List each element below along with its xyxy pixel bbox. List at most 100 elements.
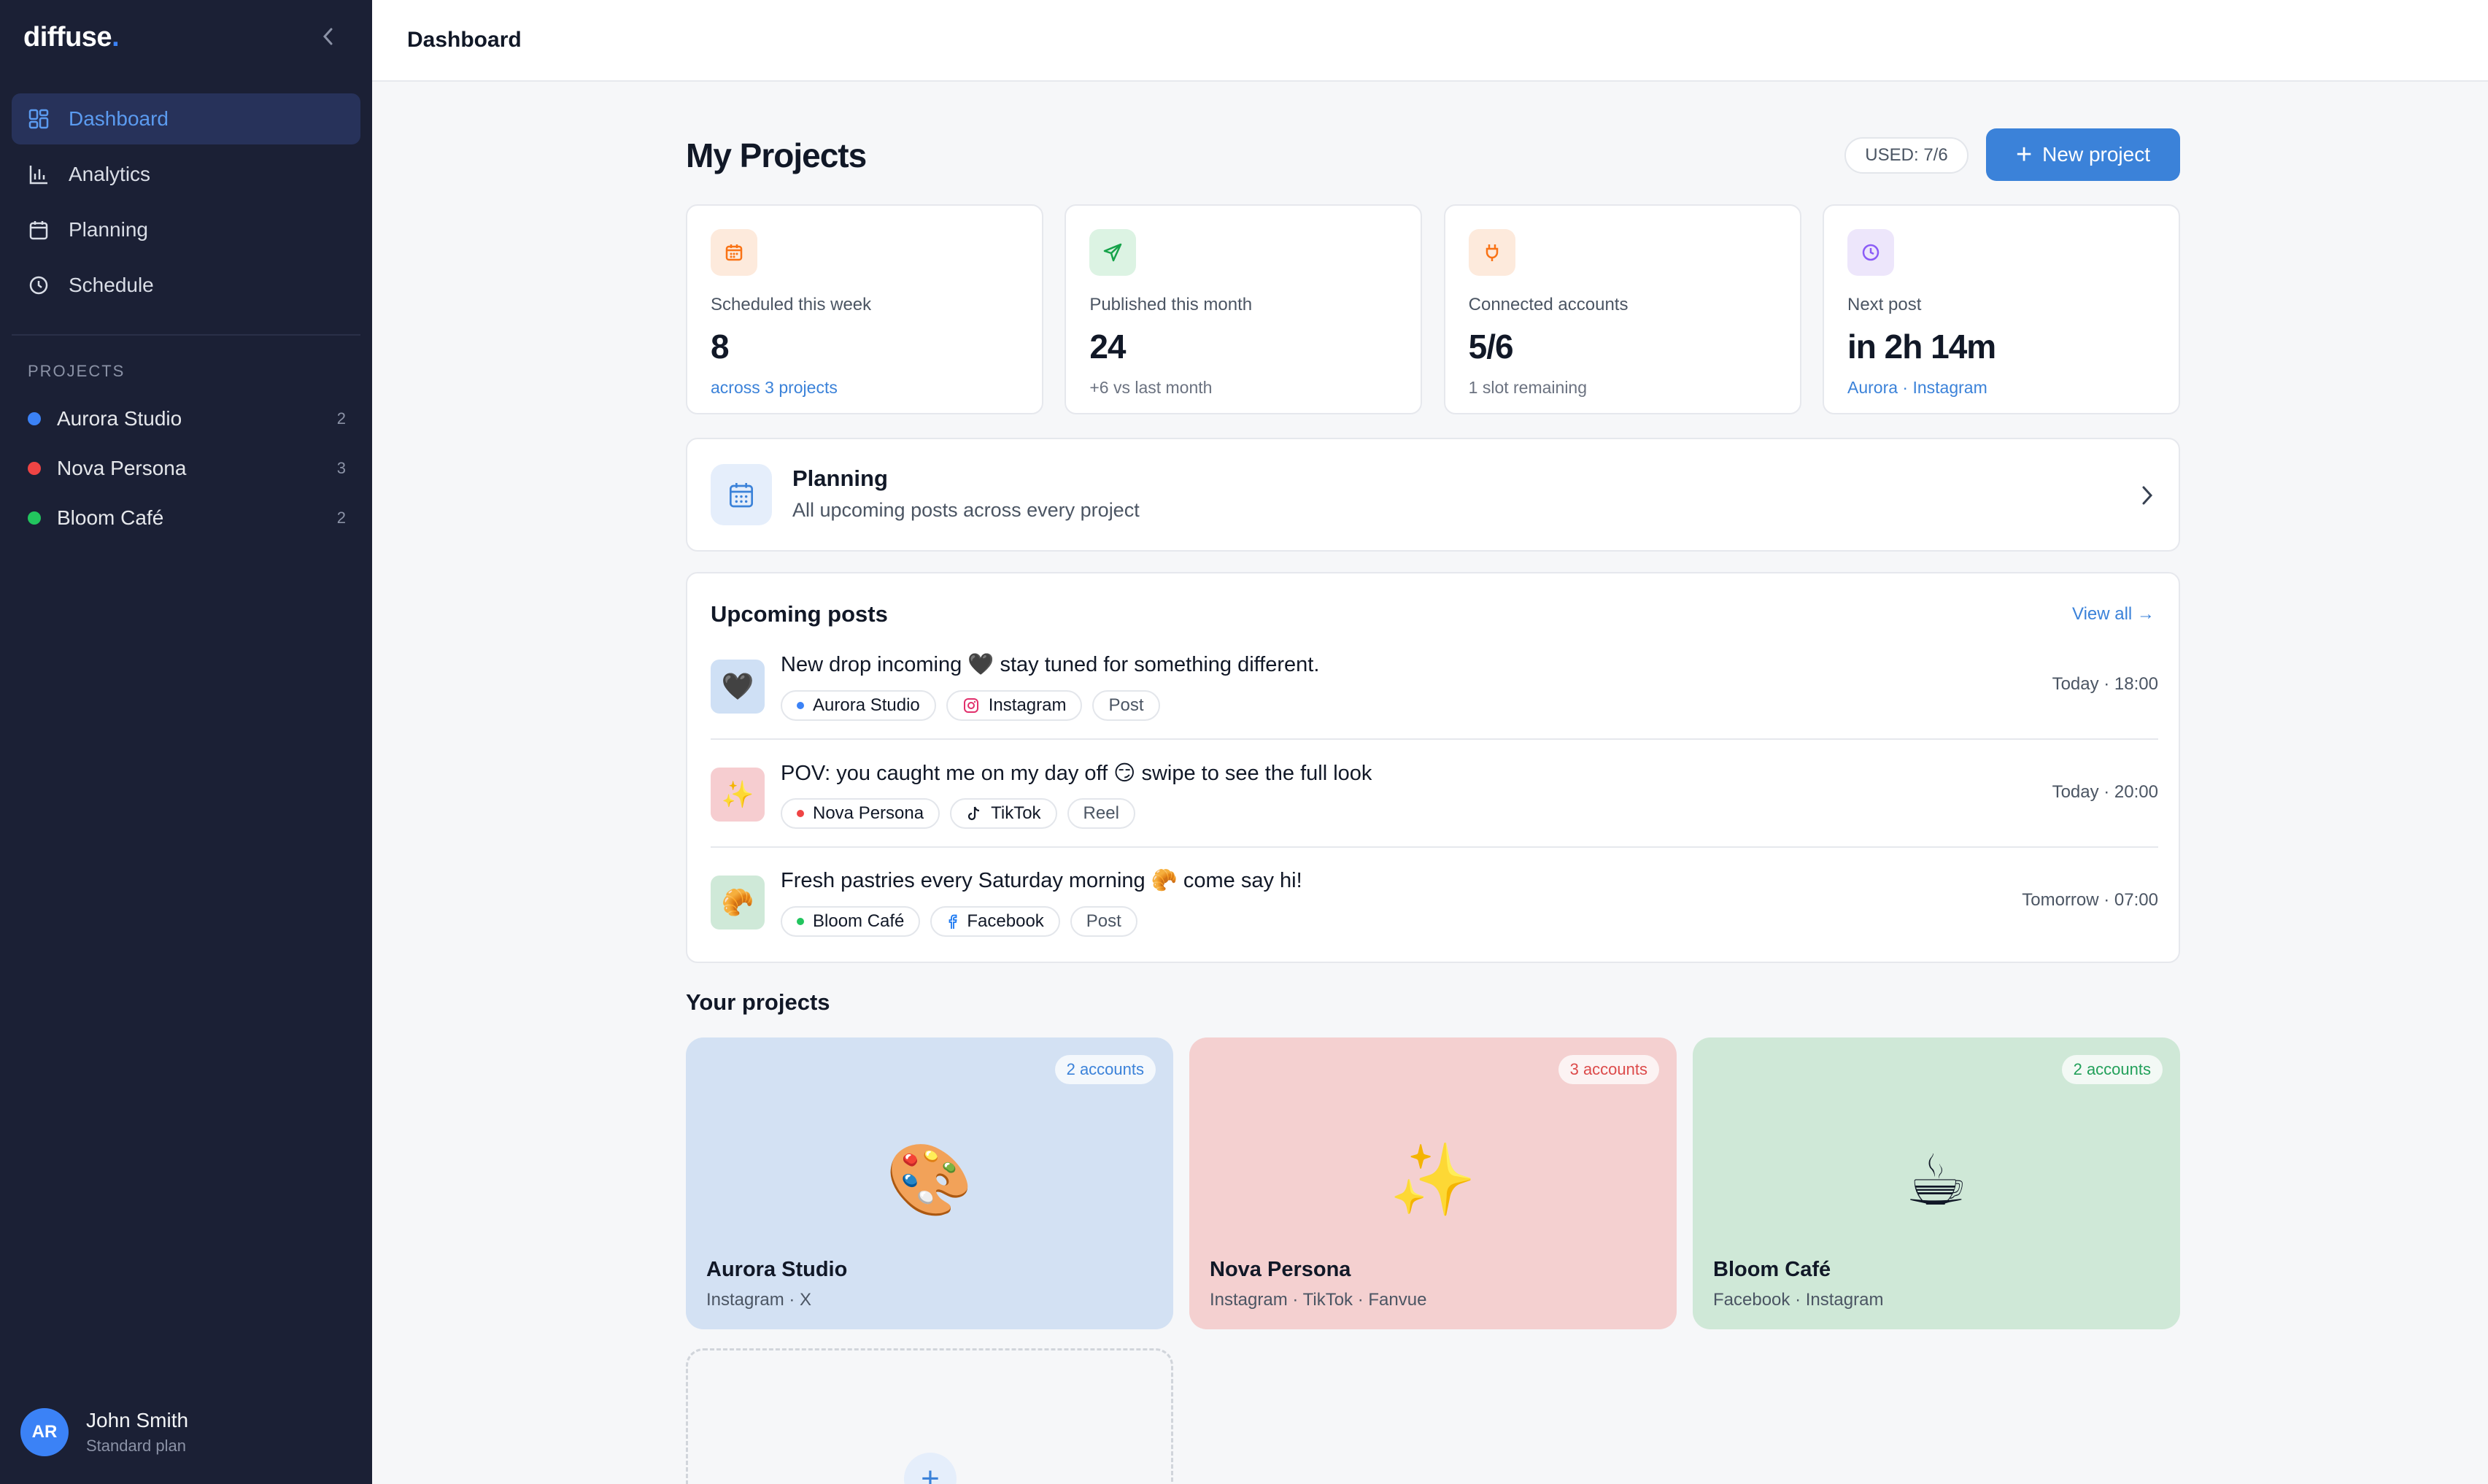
projects-heading: PROJECTS bbox=[28, 362, 125, 380]
project-color-dot bbox=[797, 810, 804, 817]
brand-logo[interactable]: diffuse. bbox=[23, 22, 120, 53]
clock-icon bbox=[1847, 229, 1894, 276]
stat-subtext: across 3 projects bbox=[711, 378, 838, 397]
project-card-platforms: Instagram · X bbox=[706, 1290, 812, 1310]
sidebar-project-bloom-cafe[interactable]: Bloom Café 2 bbox=[28, 493, 346, 543]
calendar-icon bbox=[711, 464, 772, 525]
sidebar-item-label: Schedule bbox=[69, 274, 154, 296]
sidebar-item-planning[interactable]: Planning bbox=[12, 204, 360, 255]
chevron-right-icon bbox=[2142, 486, 2153, 505]
project-color-dot bbox=[28, 511, 41, 525]
project-card-aurora-studio[interactable]: 2 accounts 🎨 Aurora Studio Instagram · X bbox=[686, 1037, 1173, 1329]
post-time: Today · 18:00 bbox=[2052, 674, 2158, 694]
sidebar-item-dashboard[interactable]: Dashboard bbox=[12, 93, 360, 144]
collapse-sidebar-button[interactable] bbox=[318, 26, 339, 47]
post-thumbnail: 🖤 bbox=[711, 660, 765, 714]
upcoming-post[interactable]: ✨ POV: you caught me on my day off 😏 swi… bbox=[711, 740, 2158, 848]
sidebar-item-schedule[interactable]: Schedule bbox=[12, 260, 360, 311]
plug-icon bbox=[1468, 229, 1515, 276]
project-name: Aurora Studio bbox=[57, 407, 182, 430]
sidebar-divider bbox=[12, 334, 360, 336]
post-type-chip: Reel bbox=[1067, 798, 1135, 829]
calendar-icon bbox=[28, 219, 50, 241]
platform-chip: TikTok bbox=[950, 798, 1057, 829]
stat-value: 24 bbox=[1089, 328, 1126, 366]
stat-value: 8 bbox=[711, 328, 730, 366]
accounts-badge: 2 accounts bbox=[2061, 1055, 2163, 1084]
send-icon bbox=[1089, 229, 1137, 276]
user-name: John Smith bbox=[86, 1409, 189, 1431]
stat-subtext[interactable]: Aurora · Instagram bbox=[1847, 378, 1987, 398]
project-post-count: 3 bbox=[336, 459, 346, 477]
topbar: Dashboard bbox=[372, 0, 2488, 82]
project-card-nova-persona[interactable]: 3 accounts ✨ Nova Persona Instagram · Ti… bbox=[1189, 1037, 1677, 1329]
post-time: Today · 20:00 bbox=[2052, 782, 2158, 802]
post-text: POV: you caught me on my day off 😏 swipe… bbox=[781, 762, 1372, 785]
project-chip: Bloom Café bbox=[781, 906, 921, 937]
project-chip: Aurora Studio bbox=[781, 690, 936, 721]
post-type-chip: Post bbox=[1070, 906, 1137, 937]
post-text: New drop incoming 🖤 stay tuned for somet… bbox=[781, 653, 1320, 676]
user-plan: Standard plan bbox=[86, 1437, 186, 1455]
user-profile[interactable]: AR John Smith Standard plan bbox=[20, 1408, 188, 1456]
sidebar-project-aurora-studio[interactable]: Aurora Studio 2 bbox=[28, 394, 346, 444]
project-color-dot bbox=[28, 462, 41, 475]
calendar-icon bbox=[711, 229, 757, 276]
new-project-button[interactable]: + New project bbox=[1986, 128, 2180, 181]
your-projects-title: Your projects bbox=[686, 989, 830, 1015]
project-color-dot bbox=[28, 412, 41, 425]
stat-card-connected: Connected accounts 5/6 1 slot remaining bbox=[1443, 204, 1801, 414]
palette-icon: 🎨 bbox=[886, 1141, 973, 1219]
facebook-icon bbox=[946, 913, 958, 930]
stat-card-next-post: Next post in 2h 14m Aurora · Instagram bbox=[1822, 204, 2180, 414]
post-thumbnail: ✨ bbox=[711, 768, 765, 822]
project-card-name: Aurora Studio bbox=[706, 1258, 848, 1281]
sidebar-item-analytics[interactable]: Analytics bbox=[12, 149, 360, 200]
project-color-dot bbox=[797, 702, 804, 709]
platform-chip: Facebook bbox=[930, 906, 1060, 937]
project-card-name: Nova Persona bbox=[1210, 1258, 1351, 1281]
dashboard-grid-icon bbox=[28, 108, 50, 130]
upcoming-post[interactable]: 🖤 New drop incoming 🖤 stay tuned for som… bbox=[711, 632, 2158, 740]
project-post-count: 2 bbox=[336, 509, 346, 527]
bar-chart-icon bbox=[28, 163, 50, 185]
coffee-icon: ☕ bbox=[1904, 1142, 1969, 1220]
post-text: Fresh pastries every Saturday morning 🥐 … bbox=[781, 869, 1302, 892]
project-card-bloom-cafe[interactable]: 2 accounts ☕ Bloom Café Facebook · Insta… bbox=[1693, 1037, 2180, 1329]
sidebar-project-nova-persona[interactable]: Nova Persona 3 bbox=[28, 444, 346, 493]
accounts-badge: 3 accounts bbox=[1558, 1055, 1659, 1084]
stat-card-published: Published this month 24 +6 vs last month bbox=[1065, 204, 1423, 414]
project-chip: Nova Persona bbox=[781, 798, 940, 829]
stats-row: Scheduled this week 8 across 3 projects … bbox=[686, 204, 2180, 414]
chip-label: Nova Persona bbox=[813, 803, 924, 823]
chip-label: Bloom Café bbox=[813, 911, 905, 931]
planning-card[interactable]: Planning All upcoming posts across every… bbox=[686, 438, 2180, 552]
post-time: Tomorrow · 07:00 bbox=[2022, 890, 2158, 910]
page-title: My Projects bbox=[686, 136, 867, 174]
project-card-platforms: Instagram · TikTok · Fanvue bbox=[1210, 1290, 1427, 1310]
sidebar-nav: Dashboard Analytics Planning Schedule bbox=[12, 93, 360, 315]
chip-label: Instagram bbox=[988, 695, 1067, 715]
post-type-chip: Post bbox=[1092, 690, 1160, 721]
sidebar-item-label: Analytics bbox=[69, 163, 151, 185]
stat-label: Scheduled this week bbox=[711, 295, 872, 314]
stat-card-scheduled: Scheduled this week 8 across 3 projects bbox=[686, 204, 1043, 414]
chevron-left-icon bbox=[322, 28, 333, 45]
sidebar-item-label: Planning bbox=[69, 218, 148, 241]
project-name: Nova Persona bbox=[57, 457, 187, 479]
view-all-link[interactable]: View all → bbox=[2072, 604, 2155, 625]
sidebar-project-list: Aurora Studio 2 Nova Persona 3 Bloom Caf… bbox=[28, 394, 346, 543]
tiktok-icon bbox=[966, 805, 982, 822]
project-post-count: 2 bbox=[336, 409, 346, 428]
add-project-card[interactable]: + bbox=[686, 1348, 1173, 1484]
planning-subtitle: All upcoming posts across every project bbox=[792, 499, 1140, 521]
accounts-badge: 2 accounts bbox=[1054, 1055, 1156, 1084]
plus-icon: + bbox=[2015, 139, 2033, 170]
upcoming-posts-title: Upcoming posts bbox=[711, 601, 888, 627]
avatar: AR bbox=[20, 1408, 69, 1456]
upcoming-post[interactable]: 🥐 Fresh pastries every Saturday morning … bbox=[711, 848, 2158, 956]
plus-icon[interactable]: + bbox=[904, 1453, 957, 1484]
topbar-title: Dashboard bbox=[407, 28, 522, 52]
project-cards: 2 accounts 🎨 Aurora Studio Instagram · X… bbox=[686, 1037, 2180, 1329]
new-project-label: New project bbox=[2042, 143, 2151, 166]
